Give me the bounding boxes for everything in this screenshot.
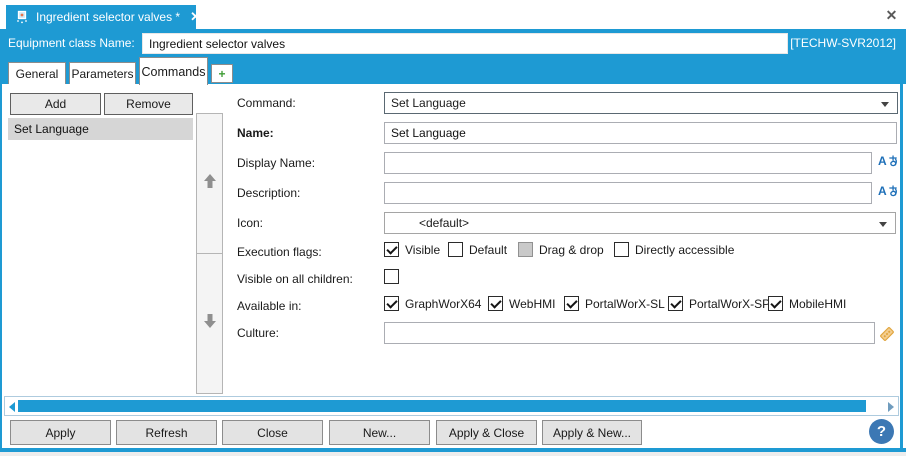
checkbox-mobilehmi[interactable]: MobileHMI [768, 296, 846, 311]
arrow-up-icon [202, 172, 218, 195]
window-border-left [0, 29, 2, 452]
checkbox-portalworx-sp[interactable]: PortalWorX-SP [668, 296, 770, 311]
culture-label: Culture: [237, 326, 280, 340]
localize-icon[interactable]: A [878, 183, 902, 199]
add-button[interactable]: Add [10, 93, 101, 115]
command-value: Set Language [391, 96, 466, 110]
list-item[interactable]: Set Language [8, 118, 193, 140]
checkbox-box[interactable] [564, 296, 579, 311]
description-input[interactable] [384, 182, 872, 204]
reorder-controls [196, 113, 223, 395]
apply-and-new-button[interactable]: Apply & New... [542, 420, 642, 445]
window-bottom-strip [0, 452, 906, 456]
command-combobox[interactable]: Set Language [384, 92, 898, 114]
apply-button[interactable]: Apply [10, 420, 111, 445]
tab-parameters[interactable]: Parameters [69, 62, 136, 85]
execution-flags-label: Execution flags: [237, 245, 322, 259]
localize-icon[interactable]: A [878, 153, 902, 169]
document-tab[interactable]: Ingredient selector valves * ✕ [6, 5, 201, 29]
commands-list[interactable]: Set Language [8, 118, 193, 392]
equipment-class-name-label: Equipment class Name: [8, 36, 135, 50]
checkbox-directly-accessible[interactable]: Directly accessible [614, 242, 734, 257]
checkbox-box[interactable] [614, 242, 629, 257]
checkbox-label: Directly accessible [635, 242, 735, 257]
display-name-label: Display Name: [237, 156, 316, 170]
checkbox-label: PortalWorX-SP [689, 296, 771, 311]
checkbox-label: MobileHMI [789, 296, 847, 311]
checkbox-graphworx64[interactable]: GraphWorX64 [384, 296, 481, 311]
checkbox-box[interactable] [448, 242, 463, 257]
checkbox-label: WebHMI [509, 296, 556, 311]
titlebar: Ingredient selector valves * ✕ ✕ [0, 0, 906, 29]
window-close-icon[interactable]: ✕ [883, 7, 900, 24]
equipment-class-editor-window: Ingredient selector valves * ✕ ✕ Equipme… [0, 0, 906, 456]
checkbox-label: Visible [405, 242, 441, 257]
localize-icon-kana [888, 155, 897, 167]
localize-icon-latin: A [878, 184, 887, 198]
checkbox-box[interactable] [768, 296, 783, 311]
checkbox-box[interactable] [384, 242, 399, 257]
localize-icon-kana [888, 185, 897, 197]
checkbox-box[interactable] [668, 296, 683, 311]
footer-bar: Apply Refresh Close New... Apply & Close… [2, 416, 900, 448]
checkbox-label: PortalWorX-SL [585, 296, 665, 311]
document-tab-close-icon[interactable]: ✕ [190, 9, 201, 25]
scroll-right-icon[interactable] [888, 402, 894, 412]
culture-tag-icon[interactable] [878, 325, 896, 343]
checkbox-visible[interactable]: Visible [384, 242, 440, 257]
server-badge: [TECHW-SVR2012] [790, 36, 896, 50]
checkbox-default[interactable]: Default [448, 242, 507, 257]
equipment-class-name-input[interactable] [142, 33, 788, 54]
close-button[interactable]: Close [222, 420, 323, 445]
equipment-class-icon [14, 9, 30, 25]
help-button[interactable]: ? [869, 419, 894, 444]
tab-strip: General Parameters Commands + [0, 57, 906, 85]
window-border-right [900, 29, 903, 452]
command-label: Command: [237, 96, 296, 110]
icon-combobox[interactable]: <default> [384, 212, 896, 234]
commands-tab-content: Add Remove Set Language Command: Set Lan… [2, 84, 900, 396]
checkbox-label: Drag & drop [539, 242, 604, 257]
equipment-class-header: Equipment class Name: [TECHW-SVR2012] [0, 29, 906, 58]
name-input[interactable] [384, 122, 897, 144]
checkbox-label: Default [469, 242, 508, 257]
checkbox-box[interactable] [384, 269, 399, 284]
chevron-down-icon [879, 222, 887, 227]
document-tab-title: Ingredient selector valves * [36, 10, 181, 24]
new-button[interactable]: New... [329, 420, 430, 445]
horizontal-scrollbar[interactable] [4, 396, 899, 416]
arrow-down-icon [202, 312, 218, 335]
scroll-left-icon[interactable] [9, 402, 15, 412]
scrollbar-thumb[interactable] [18, 400, 866, 412]
culture-input[interactable] [384, 322, 875, 344]
checkbox-box[interactable] [488, 296, 503, 311]
display-name-input[interactable] [384, 152, 872, 174]
move-up-button[interactable] [196, 113, 223, 254]
remove-button[interactable]: Remove [104, 93, 193, 115]
description-label: Description: [237, 186, 301, 200]
checkbox-box[interactable] [384, 296, 399, 311]
name-label: Name: [237, 126, 274, 140]
tab-general[interactable]: General [8, 62, 66, 85]
tab-commands[interactable]: Commands [139, 57, 208, 85]
add-tab-button[interactable]: + [211, 64, 233, 83]
move-down-button[interactable] [196, 253, 223, 394]
checkbox-drag-drop[interactable]: Drag & drop [518, 242, 604, 257]
icon-value: <default> [419, 216, 470, 230]
icon-label: Icon: [237, 216, 264, 230]
checkbox-portalworx-sl[interactable]: PortalWorX-SL [564, 296, 665, 311]
visible-on-all-children-label: Visible on all children: [237, 272, 353, 286]
refresh-button[interactable]: Refresh [116, 420, 217, 445]
checkbox-visible-on-all-children[interactable] [384, 269, 399, 284]
checkbox-label: GraphWorX64 [405, 296, 482, 311]
chevron-down-icon [881, 102, 889, 107]
localize-icon-latin: A [878, 154, 887, 168]
checkbox-webhmi[interactable]: WebHMI [488, 296, 555, 311]
checkbox-box[interactable] [518, 242, 533, 257]
apply-and-close-button[interactable]: Apply & Close [436, 420, 537, 445]
available-in-label: Available in: [237, 299, 302, 313]
